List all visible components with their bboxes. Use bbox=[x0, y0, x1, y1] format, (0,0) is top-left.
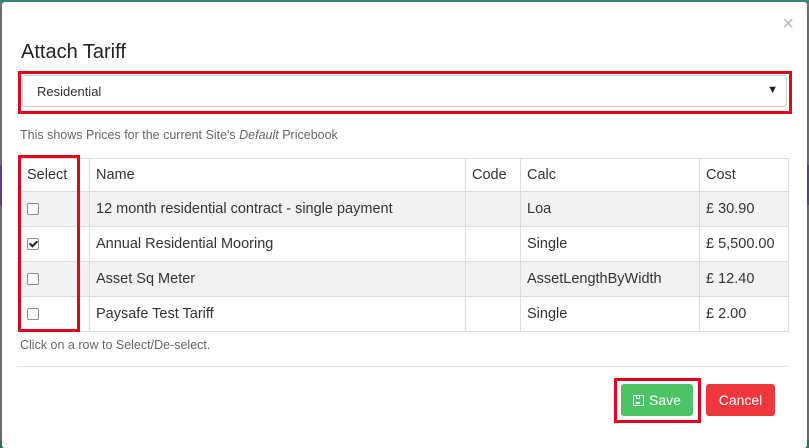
header-name: Name bbox=[89, 158, 466, 192]
name-cell: 12 month residential contract - single p… bbox=[89, 191, 466, 227]
save-button[interactable]: Save bbox=[621, 384, 693, 416]
row-checkbox[interactable] bbox=[27, 238, 39, 251]
calc-cell: AssetLengthByWidth bbox=[520, 261, 700, 297]
table-header-row: Select Name Code Calc Cost bbox=[20, 158, 789, 192]
cost-cell: £ 30.90 bbox=[699, 191, 789, 227]
floppy-disk-icon bbox=[633, 394, 645, 406]
cancel-button-label: Cancel bbox=[718, 392, 763, 408]
modal-title: Attach Tariff bbox=[21, 41, 126, 63]
cost-cell: £ 12.40 bbox=[699, 261, 789, 297]
row-checkbox[interactable] bbox=[27, 203, 39, 216]
save-button-label: Save bbox=[649, 392, 681, 408]
select-cell bbox=[20, 226, 90, 262]
code-cell bbox=[465, 296, 521, 332]
calc-cell: Loa bbox=[520, 191, 700, 227]
select-cell bbox=[20, 261, 90, 297]
select-cell bbox=[20, 296, 90, 332]
header-code: Code bbox=[465, 158, 521, 192]
calc-cell: Single bbox=[520, 296, 700, 332]
table-row[interactable]: Paysafe Test Tariff Single £ 2.00 bbox=[20, 296, 789, 332]
name-cell: Paysafe Test Tariff bbox=[89, 296, 466, 332]
calc-cell: Single bbox=[520, 226, 700, 262]
header-cost: Cost bbox=[699, 158, 789, 192]
header-select: Select bbox=[20, 158, 90, 192]
select-cell bbox=[20, 191, 90, 227]
tariff-type-select[interactable]: Residential ▼ bbox=[22, 75, 787, 107]
tariffs-table: Select Name Code Calc Cost 12 month resi… bbox=[20, 158, 789, 332]
table-row[interactable]: Annual Residential Mooring Single £ 5,50… bbox=[20, 226, 789, 262]
cost-cell: £ 5,500.00 bbox=[699, 226, 789, 262]
info-emphasis: Default bbox=[239, 128, 279, 142]
cost-cell: £ 2.00 bbox=[699, 296, 789, 332]
table-row[interactable]: Asset Sq Meter AssetLengthByWidth £ 12.4… bbox=[20, 261, 789, 297]
close-icon[interactable]: × bbox=[782, 14, 794, 34]
footer-divider bbox=[18, 366, 789, 367]
row-checkbox[interactable] bbox=[27, 308, 39, 321]
code-cell bbox=[465, 191, 521, 227]
table-row[interactable]: 12 month residential contract - single p… bbox=[20, 191, 789, 227]
row-checkbox[interactable] bbox=[27, 273, 39, 286]
pricebook-info-text: This shows Prices for the current Site's… bbox=[20, 128, 338, 142]
help-text: Click on a row to Select/De-select. bbox=[20, 338, 211, 352]
info-prefix: This shows Prices for the current Site's bbox=[20, 128, 240, 142]
code-cell bbox=[465, 261, 521, 297]
name-cell: Asset Sq Meter bbox=[89, 261, 466, 297]
code-cell bbox=[465, 226, 521, 262]
chevron-down-icon: ▼ bbox=[767, 84, 778, 96]
info-suffix: Pricebook bbox=[278, 128, 338, 142]
name-cell: Annual Residential Mooring bbox=[89, 226, 466, 262]
cancel-button[interactable]: Cancel bbox=[706, 384, 775, 416]
tariff-type-select-value: Residential bbox=[37, 84, 102, 99]
header-calc: Calc bbox=[520, 158, 700, 192]
